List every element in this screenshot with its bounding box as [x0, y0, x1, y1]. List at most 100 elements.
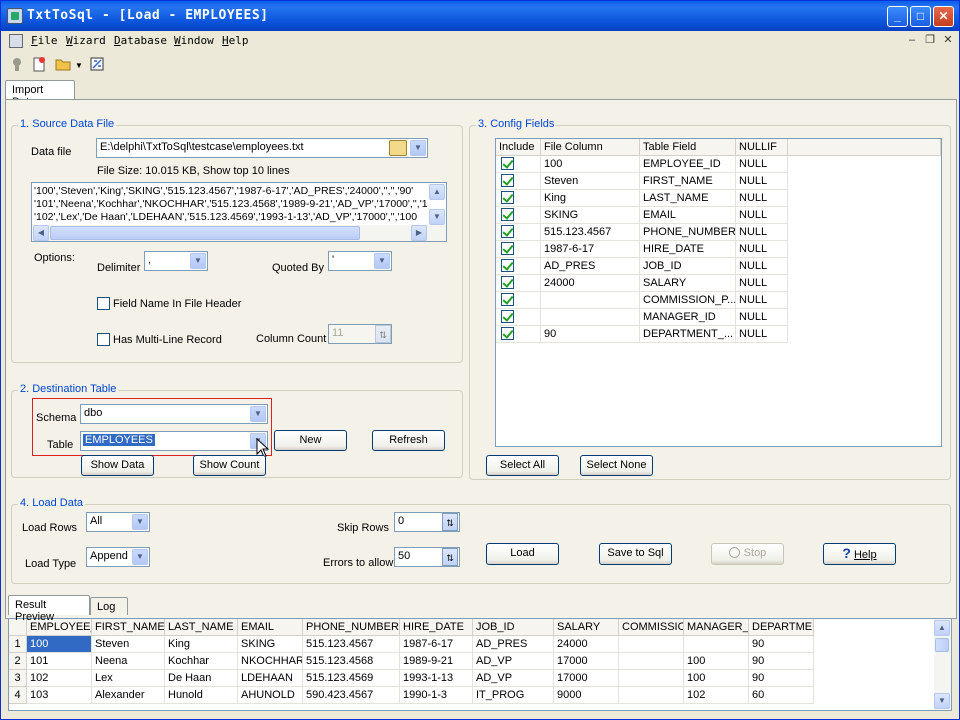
load-button[interactable]: Load: [486, 543, 559, 565]
quoted-by-select[interactable]: ' ▼: [328, 251, 392, 271]
result-cell[interactable]: 1990-1-3: [400, 687, 473, 704]
table-field-cell[interactable]: DEPARTMENT_...: [640, 326, 736, 343]
result-cell[interactable]: 17000: [554, 670, 619, 687]
wizard-icon[interactable]: [89, 56, 105, 72]
include-checkbox[interactable]: [501, 208, 514, 221]
file-column-cell[interactable]: AD_PRES: [541, 258, 640, 275]
menu-window[interactable]: Window: [174, 34, 214, 47]
nullif-cell[interactable]: NULL: [736, 309, 788, 326]
result-cell[interactable]: Neena: [92, 653, 165, 670]
select-none-button[interactable]: Select None: [580, 455, 653, 476]
connect-icon[interactable]: [9, 56, 25, 72]
result-cell[interactable]: NKOCHHAR: [238, 653, 303, 670]
file-column-cell[interactable]: [541, 309, 640, 326]
nullif-cell[interactable]: NULL: [736, 258, 788, 275]
file-column-cell[interactable]: Steven: [541, 173, 640, 190]
menu-help[interactable]: Help: [222, 34, 249, 47]
refresh-button[interactable]: Refresh: [372, 430, 445, 451]
new-table-button[interactable]: New: [274, 430, 347, 451]
result-cell[interactable]: 1989-9-21: [400, 653, 473, 670]
result-cell[interactable]: IT_PROG: [473, 687, 554, 704]
result-cell[interactable]: [684, 636, 749, 653]
result-cell[interactable]: 100: [684, 653, 749, 670]
chevron-down-icon[interactable]: ▼: [132, 549, 148, 565]
nullif-cell[interactable]: NULL: [736, 173, 788, 190]
scroll-down-icon[interactable]: ▼: [429, 209, 445, 225]
tab-result-preview[interactable]: Result Preview: [8, 595, 90, 623]
result-cell[interactable]: 101: [27, 653, 92, 670]
include-checkbox[interactable]: [501, 327, 514, 340]
close-button[interactable]: ✕: [933, 6, 954, 27]
select-all-button[interactable]: Select All: [486, 455, 559, 476]
result-cell[interactable]: 90: [749, 670, 814, 687]
result-cell[interactable]: 9000: [554, 687, 619, 704]
result-column-header[interactable]: LAST_NAME: [165, 619, 238, 636]
result-cell[interactable]: AD_VP: [473, 653, 554, 670]
table-field-cell[interactable]: SALARY: [640, 275, 736, 292]
nullif-cell[interactable]: NULL: [736, 207, 788, 224]
column-header-include[interactable]: Include: [496, 139, 541, 156]
result-cell[interactable]: 515.123.4569: [303, 670, 400, 687]
table-field-cell[interactable]: EMAIL: [640, 207, 736, 224]
file-column-cell[interactable]: SKING: [541, 207, 640, 224]
include-checkbox[interactable]: [501, 276, 514, 289]
result-cell[interactable]: 17000: [554, 653, 619, 670]
result-preview-grid[interactable]: ▲ ▼ EMPLOYEE_ FIRST_NAME LAST_NAME EMAIL PHO…: [8, 618, 952, 711]
nullif-cell[interactable]: NULL: [736, 275, 788, 292]
result-cell[interactable]: 100: [27, 636, 92, 653]
nullif-cell[interactable]: NULL: [736, 156, 788, 173]
file-column-cell[interactable]: 515.123.4567: [541, 224, 640, 241]
result-cell[interactable]: 24000: [554, 636, 619, 653]
show-data-button[interactable]: Show Data: [81, 455, 154, 476]
result-column-header[interactable]: SALARY: [554, 619, 619, 636]
column-header-nullif[interactable]: NULLIF: [736, 139, 788, 156]
tab-log[interactable]: Log: [90, 597, 128, 615]
schema-select[interactable]: dbo ▼: [80, 404, 268, 424]
minimize-button[interactable]: _: [887, 6, 908, 27]
tab-import-data[interactable]: Import Data: [5, 80, 75, 108]
result-cell[interactable]: [619, 653, 684, 670]
chevron-down-icon[interactable]: ▼: [374, 253, 390, 269]
result-cell[interactable]: [619, 687, 684, 704]
include-checkbox[interactable]: [501, 174, 514, 187]
file-column-cell[interactable]: 24000: [541, 275, 640, 292]
show-count-button[interactable]: Show Count: [193, 455, 266, 476]
file-column-cell[interactable]: [541, 292, 640, 309]
result-cell[interactable]: 90: [749, 636, 814, 653]
table-field-cell[interactable]: MANAGER_ID: [640, 309, 736, 326]
file-column-cell[interactable]: 100: [541, 156, 640, 173]
table-field-cell[interactable]: HIRE_DATE: [640, 241, 736, 258]
result-cell[interactable]: 590.423.4567: [303, 687, 400, 704]
mdi-restore-button[interactable]: ❐: [923, 34, 937, 47]
result-column-header[interactable]: EMAIL: [238, 619, 303, 636]
chevron-down-icon[interactable]: ▼: [250, 406, 266, 422]
result-cell[interactable]: Lex: [92, 670, 165, 687]
chevron-down-icon[interactable]: ▼: [132, 514, 148, 530]
load-rows-select[interactable]: All ▼: [86, 512, 150, 532]
include-checkbox[interactable]: [501, 157, 514, 170]
result-cell[interactable]: AHUNOLD: [238, 687, 303, 704]
file-column-cell[interactable]: 1987-6-17: [541, 241, 640, 258]
result-column-header[interactable]: MANAGER_I: [684, 619, 749, 636]
result-cell[interactable]: King: [165, 636, 238, 653]
result-column-header[interactable]: JOB_ID: [473, 619, 554, 636]
result-cell[interactable]: 102: [27, 670, 92, 687]
dropdown-arrow-icon[interactable]: ▼: [75, 61, 83, 70]
result-cell[interactable]: Kochhar: [165, 653, 238, 670]
result-cell[interactable]: [619, 670, 684, 687]
include-checkbox[interactable]: [501, 310, 514, 323]
include-checkbox[interactable]: [501, 259, 514, 272]
column-header-file-column[interactable]: File Column: [541, 139, 640, 156]
errors-spin-icon[interactable]: ⇅: [442, 548, 458, 566]
result-column-header[interactable]: FIRST_NAME: [92, 619, 165, 636]
include-checkbox[interactable]: [501, 293, 514, 306]
include-checkbox[interactable]: [501, 191, 514, 204]
new-document-icon[interactable]: [31, 56, 47, 72]
load-type-select[interactable]: Append ▼: [86, 547, 150, 567]
field-name-header-checkbox[interactable]: [97, 297, 110, 310]
help-button[interactable]: ? Help: [823, 543, 896, 565]
title-bar[interactable]: TxtToSql - [Load - EMPLOYEES] _ □ ✕: [1, 1, 959, 31]
result-cell[interactable]: Steven: [92, 636, 165, 653]
spin-icon[interactable]: ⇅: [375, 325, 391, 343]
nullif-cell[interactable]: NULL: [736, 241, 788, 258]
